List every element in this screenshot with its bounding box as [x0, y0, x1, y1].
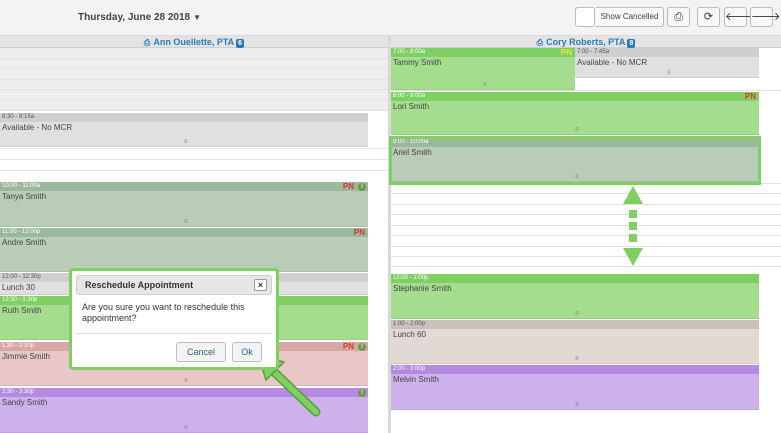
- dialog-header: Reschedule Appointment ×: [76, 275, 272, 295]
- dialog-divider: [76, 333, 272, 334]
- cancel-button[interactable]: Cancel: [176, 342, 226, 362]
- ok-button[interactable]: Ok: [232, 342, 262, 362]
- dialog-message: Are you sure you want to reschedule this…: [82, 302, 245, 323]
- dialog-title: Reschedule Appointment: [85, 280, 194, 290]
- reschedule-dialog: Reschedule Appointment × Are you sure yo…: [69, 268, 279, 370]
- move-arrow-icon: [623, 186, 643, 266]
- close-button[interactable]: ×: [254, 279, 267, 291]
